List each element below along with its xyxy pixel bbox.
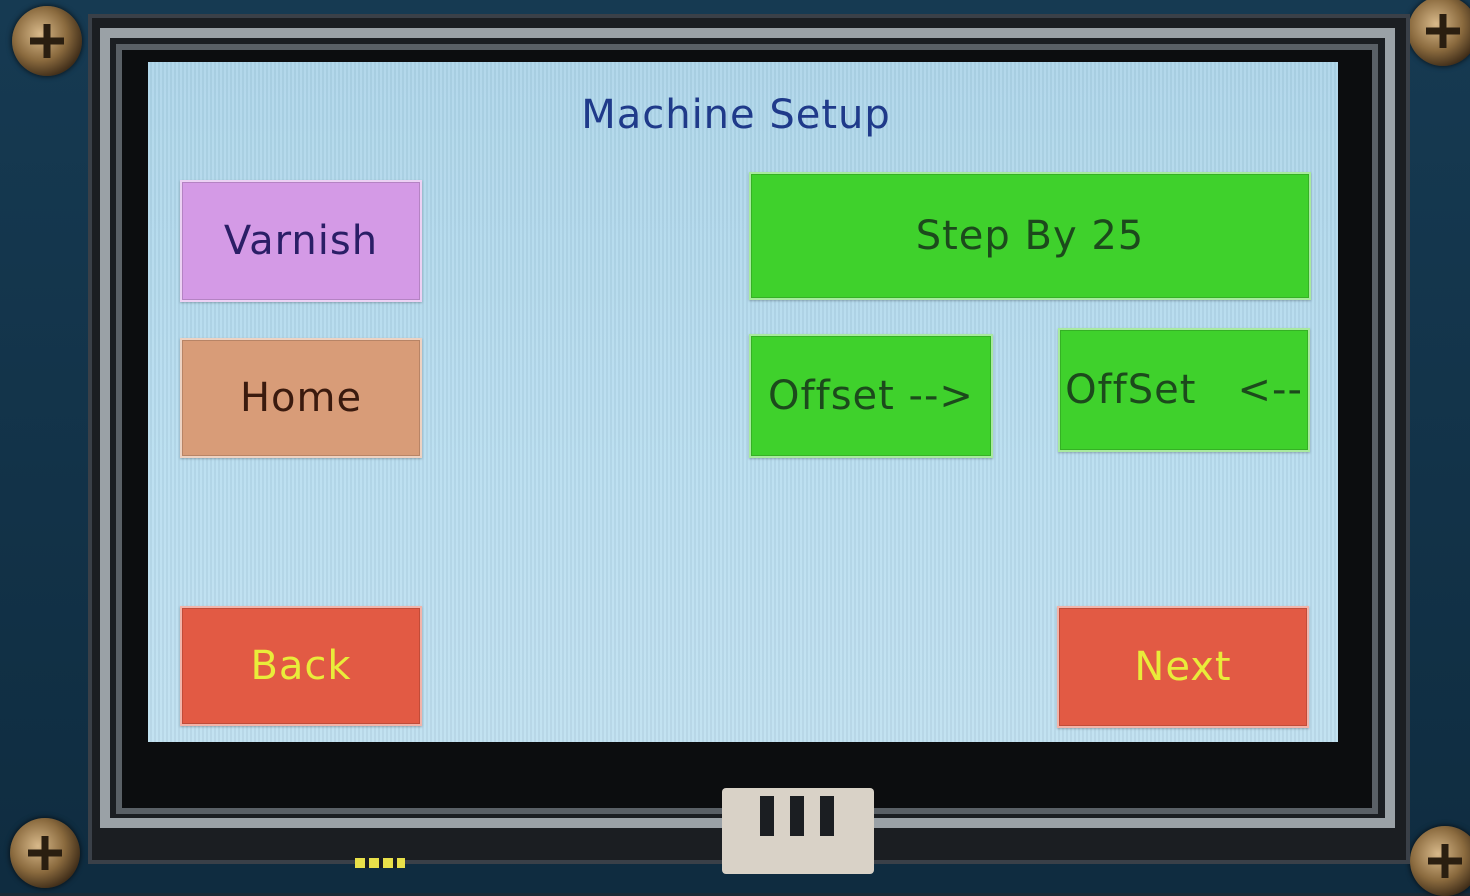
step-by-button[interactable]: Step By 25 bbox=[749, 172, 1311, 300]
ribbon-connector bbox=[722, 788, 874, 874]
next-button[interactable]: Next bbox=[1057, 606, 1309, 728]
home-button[interactable]: Home bbox=[180, 338, 422, 458]
screw-top-left bbox=[12, 6, 82, 76]
status-leds bbox=[355, 858, 405, 868]
offset-right-button[interactable]: Offset --> bbox=[749, 334, 993, 458]
varnish-button[interactable]: Varnish bbox=[180, 180, 422, 302]
screw-bottom-left bbox=[10, 818, 80, 888]
back-button[interactable]: Back bbox=[180, 606, 422, 726]
page-title: Machine Setup bbox=[581, 92, 891, 138]
lcd-screen: Machine Setup Varnish Home Back Step By … bbox=[148, 62, 1338, 742]
offset-left-button[interactable]: OffSet <-- bbox=[1058, 328, 1310, 452]
